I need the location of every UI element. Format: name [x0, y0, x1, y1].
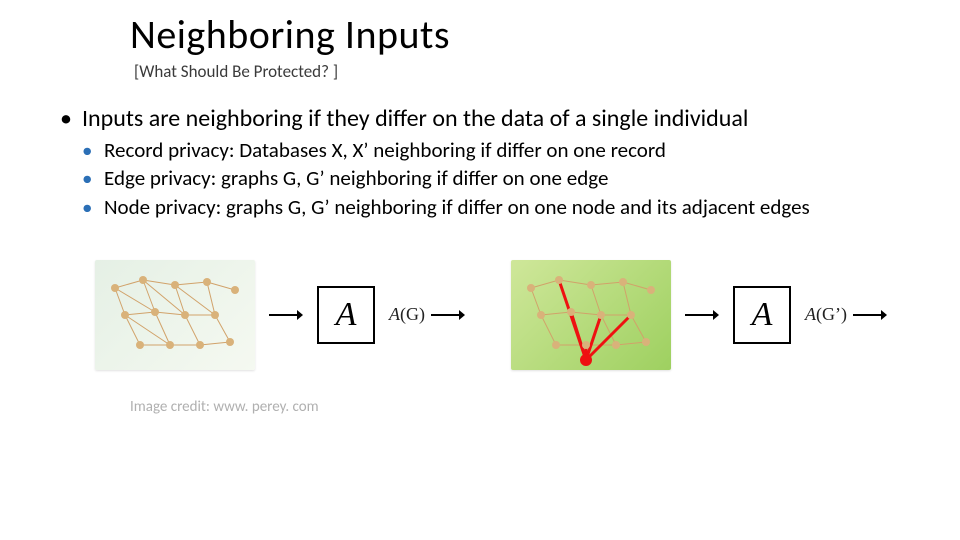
- content-block: Inputs are neighboring if they differ on…: [60, 104, 930, 220]
- bullet-main: Inputs are neighboring if they differ on…: [82, 104, 748, 133]
- algorithm-box-right: A: [733, 286, 791, 344]
- slide-subtitle: [What Should Be Protected? ]: [134, 61, 930, 82]
- arrow-icon: A(G’): [805, 304, 887, 325]
- algorithm-box-left: A: [317, 286, 375, 344]
- image-credit: Image credit: www. perey. com: [130, 398, 930, 416]
- graph-panel-right: [511, 260, 671, 370]
- output-label-left: A(G): [389, 304, 425, 325]
- bullet-sub-3: Node privacy: graphs G, G’ neighboring i…: [82, 194, 930, 220]
- output-label-right: A(G’): [805, 304, 847, 325]
- arrow-icon: [685, 308, 719, 322]
- arrow-icon: [269, 308, 303, 322]
- slide-title: Neighboring Inputs: [130, 10, 930, 59]
- bullet-sub-1: Record privacy: Databases X, X’ neighbor…: [82, 137, 930, 163]
- graph-panel-left: [95, 260, 255, 370]
- bullet-sub-2: Edge privacy: graphs G, G’ neighboring i…: [82, 165, 930, 191]
- arrow-icon: A(G): [389, 304, 465, 325]
- figure-row: A A(G): [95, 260, 930, 370]
